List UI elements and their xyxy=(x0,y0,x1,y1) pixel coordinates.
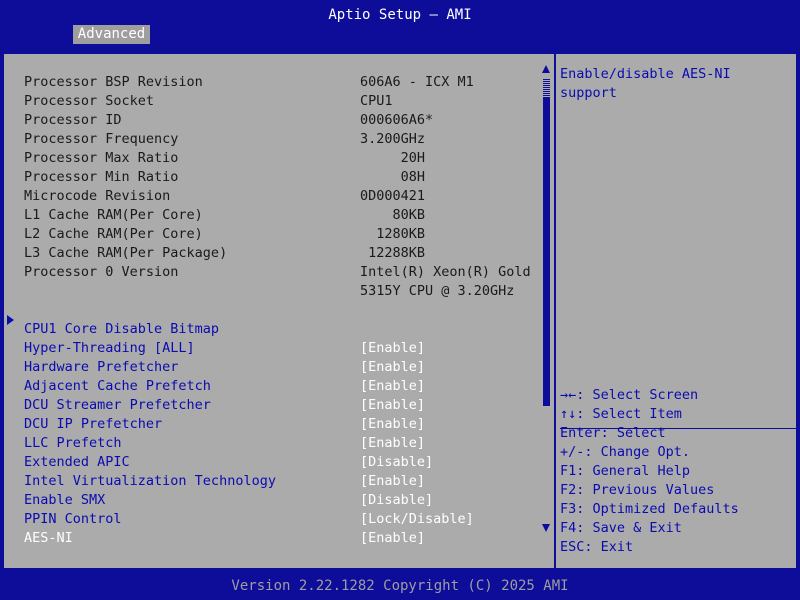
info-value: 000606A6* xyxy=(360,112,434,128)
info-label: Processor Frequency xyxy=(24,131,179,147)
info-value: 5315Y CPU @ 3.20GHz xyxy=(360,283,515,299)
scrollbar-track-dots xyxy=(543,78,550,98)
info-value: Intel(R) Xeon(R) Gold xyxy=(360,264,531,280)
scroll-up-arrow-icon[interactable] xyxy=(542,65,550,73)
key-f1: F1: General Help xyxy=(560,463,691,479)
setting-intel-virtualization[interactable]: Intel Virtualization Technology [Enable] xyxy=(24,472,540,491)
key-esc: ESC: Exit xyxy=(560,539,634,555)
setting-label: Extended APIC xyxy=(24,454,130,470)
setting-value[interactable]: [Disable] xyxy=(360,453,433,472)
info-label: L3 Cache RAM(Per Package) xyxy=(24,245,228,261)
info-value: 3.200GHz xyxy=(360,131,426,147)
key-f3: F3: Optimized Defaults xyxy=(560,501,739,517)
info-row-max-ratio: Processor Max Ratio 20H xyxy=(24,149,540,168)
key-select-screen: →←: Select Screen xyxy=(560,387,699,403)
info-label: Processor ID xyxy=(24,112,122,128)
setting-llc-prefetch[interactable]: LLC Prefetch [Enable] xyxy=(24,434,540,453)
setting-value[interactable]: [Enable] xyxy=(360,339,425,358)
setting-value[interactable]: [Enable] xyxy=(360,396,425,415)
info-row-processor-id: Processor ID 000606A6* xyxy=(24,111,540,130)
key-f4: F4: Save & Exit xyxy=(560,520,682,536)
setting-extended-apic[interactable]: Extended APIC [Disable] xyxy=(24,453,540,472)
scrollbar[interactable] xyxy=(543,78,550,520)
key-legend: →←: Select Screen ↑↓: Select Item Enter:… xyxy=(560,386,792,557)
top-bar: Aptio Setup – AMI Advanced xyxy=(0,0,800,44)
info-value: 80KB xyxy=(360,207,426,223)
setting-value[interactable]: [Enable] xyxy=(360,434,425,453)
info-row-processor-version: Processor 0 Version Intel(R) Xeon(R) Gol… xyxy=(24,263,540,282)
info-value: 20H xyxy=(360,150,426,166)
setting-aes-ni[interactable]: AES-NI [Enable] xyxy=(24,529,540,548)
info-row-processor-version-cont: 5315Y CPU @ 3.20GHz xyxy=(24,282,540,301)
info-label: Processor Socket xyxy=(24,93,155,109)
info-row-l2-cache: L2 Cache RAM(Per Core) 1280KB xyxy=(24,225,540,244)
info-row-min-ratio: Processor Min Ratio 08H xyxy=(24,168,540,187)
setting-adjacent-cache-prefetch[interactable]: Adjacent Cache Prefetch [Enable] xyxy=(24,377,540,396)
submenu-cpu1-core-disable-bitmap[interactable]: CPU1 Core Disable Bitmap xyxy=(24,320,540,339)
scroll-down-arrow-icon[interactable] xyxy=(542,524,550,532)
key-select-item: ↑↓: Select Item xyxy=(560,406,682,422)
info-row-microcode: Microcode Revision 0D000421 xyxy=(24,187,540,206)
info-value: 08H xyxy=(360,169,426,185)
setting-value[interactable]: [Enable] xyxy=(360,529,425,548)
setting-dcu-ip-prefetcher[interactable]: DCU IP Prefetcher [Enable] xyxy=(24,415,540,434)
setting-dcu-streamer-prefetcher[interactable]: DCU Streamer Prefetcher [Enable] xyxy=(24,396,540,415)
main-frame: Processor BSP Revision 606A6 - ICX M1 Pr… xyxy=(0,44,800,576)
setting-ppin-control[interactable]: PPIN Control [Lock/Disable] xyxy=(24,510,540,529)
info-row-socket: Processor Socket CPU1 xyxy=(24,92,540,111)
info-value: 12288KB xyxy=(360,245,426,261)
setting-value[interactable]: [Disable] xyxy=(360,491,433,510)
info-value: CPU1 xyxy=(360,93,393,109)
info-label: Processor Max Ratio xyxy=(24,150,179,166)
setting-enable-smx[interactable]: Enable SMX [Disable] xyxy=(24,491,540,510)
info-label: Processor Min Ratio xyxy=(24,169,179,185)
info-value: 1280KB xyxy=(360,226,426,242)
info-row-l3-cache: L3 Cache RAM(Per Package) 12288KB xyxy=(24,244,540,263)
info-value: 606A6 - ICX M1 xyxy=(360,74,474,90)
info-label: Microcode Revision xyxy=(24,188,171,204)
info-label: L1 Cache RAM(Per Core) xyxy=(24,207,203,223)
settings-pane: Processor BSP Revision 606A6 - ICX M1 Pr… xyxy=(4,54,554,568)
setting-label: Hyper-Threading [ALL] xyxy=(24,340,195,356)
setting-value[interactable]: [Enable] xyxy=(360,415,425,434)
key-f2: F2: Previous Values xyxy=(560,482,715,498)
setting-label: DCU IP Prefetcher xyxy=(24,416,163,432)
setting-label: DCU Streamer Prefetcher xyxy=(24,397,211,413)
setting-value[interactable]: [Enable] xyxy=(360,377,425,396)
setting-label: Adjacent Cache Prefetch xyxy=(24,378,211,394)
info-label: Processor BSP Revision xyxy=(24,74,203,90)
setting-label: AES-NI xyxy=(24,530,73,546)
setting-hyper-threading[interactable]: Hyper-Threading [ALL] [Enable] xyxy=(24,339,540,358)
footer-version: Version 2.22.1282 Copyright (C) 2025 AMI xyxy=(0,576,800,600)
setting-value[interactable]: [Enable] xyxy=(360,472,425,491)
setting-label: Hardware Prefetcher xyxy=(24,359,179,375)
setting-hardware-prefetcher[interactable]: Hardware Prefetcher [Enable] xyxy=(24,358,540,377)
setting-value[interactable]: [Lock/Disable] xyxy=(360,510,474,529)
setting-label: Enable SMX xyxy=(24,492,106,508)
setting-value[interactable]: [Enable] xyxy=(360,358,425,377)
key-enter: Enter: Select xyxy=(560,425,666,441)
setting-label: PPIN Control xyxy=(24,511,122,527)
tab-advanced[interactable]: Advanced xyxy=(73,25,150,44)
info-value: 0D000421 xyxy=(360,188,426,204)
setting-label: LLC Prefetch xyxy=(24,435,122,451)
app-title: Aptio Setup – AMI xyxy=(328,7,472,23)
submenu-label: CPU1 Core Disable Bitmap xyxy=(24,321,220,337)
submenu-arrow-icon xyxy=(7,315,14,325)
help-description: Enable/disable AES-NI support xyxy=(560,66,731,101)
info-label: L2 Cache RAM(Per Core) xyxy=(24,226,203,242)
info-row-bsp-revision: Processor BSP Revision 606A6 - ICX M1 xyxy=(24,73,540,92)
scrollbar-thumb[interactable] xyxy=(543,98,550,406)
info-label: Processor 0 Version xyxy=(24,264,179,280)
info-row-l1-cache: L1 Cache RAM(Per Core) 80KB xyxy=(24,206,540,225)
key-change-opt: +/-: Change Opt. xyxy=(560,444,691,460)
setting-label: Intel Virtualization Technology xyxy=(24,473,276,489)
info-row-frequency: Processor Frequency 3.200GHz xyxy=(24,130,540,149)
